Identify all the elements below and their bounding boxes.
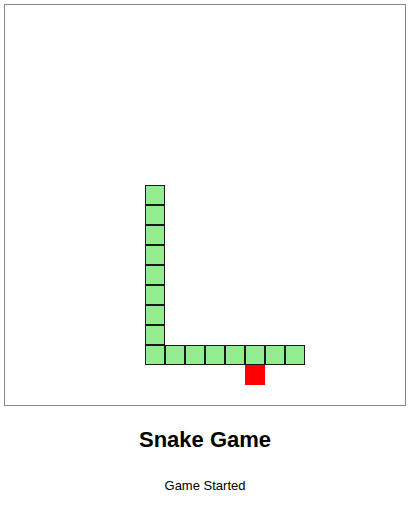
snake-segment [145, 345, 165, 365]
snake-segment [225, 345, 245, 365]
game-page: Snake Game Game Started [0, 0, 410, 494]
snake-segment [265, 345, 285, 365]
snake-segment [245, 345, 265, 365]
snake-segment [145, 325, 165, 345]
game-status: Game Started [165, 478, 246, 494]
snake-segment [145, 185, 165, 205]
food [245, 365, 265, 385]
snake-segment [145, 265, 165, 285]
snake-segment [145, 305, 165, 325]
snake-segment [145, 285, 165, 305]
snake-segment [285, 345, 305, 365]
snake-segment [165, 345, 185, 365]
snake-segment [145, 245, 165, 265]
snake-segment [145, 205, 165, 225]
game-title: Snake Game [139, 426, 271, 454]
game-board[interactable] [4, 4, 406, 406]
snake-segment [185, 345, 205, 365]
snake-segment [205, 345, 225, 365]
snake-segment [145, 225, 165, 245]
